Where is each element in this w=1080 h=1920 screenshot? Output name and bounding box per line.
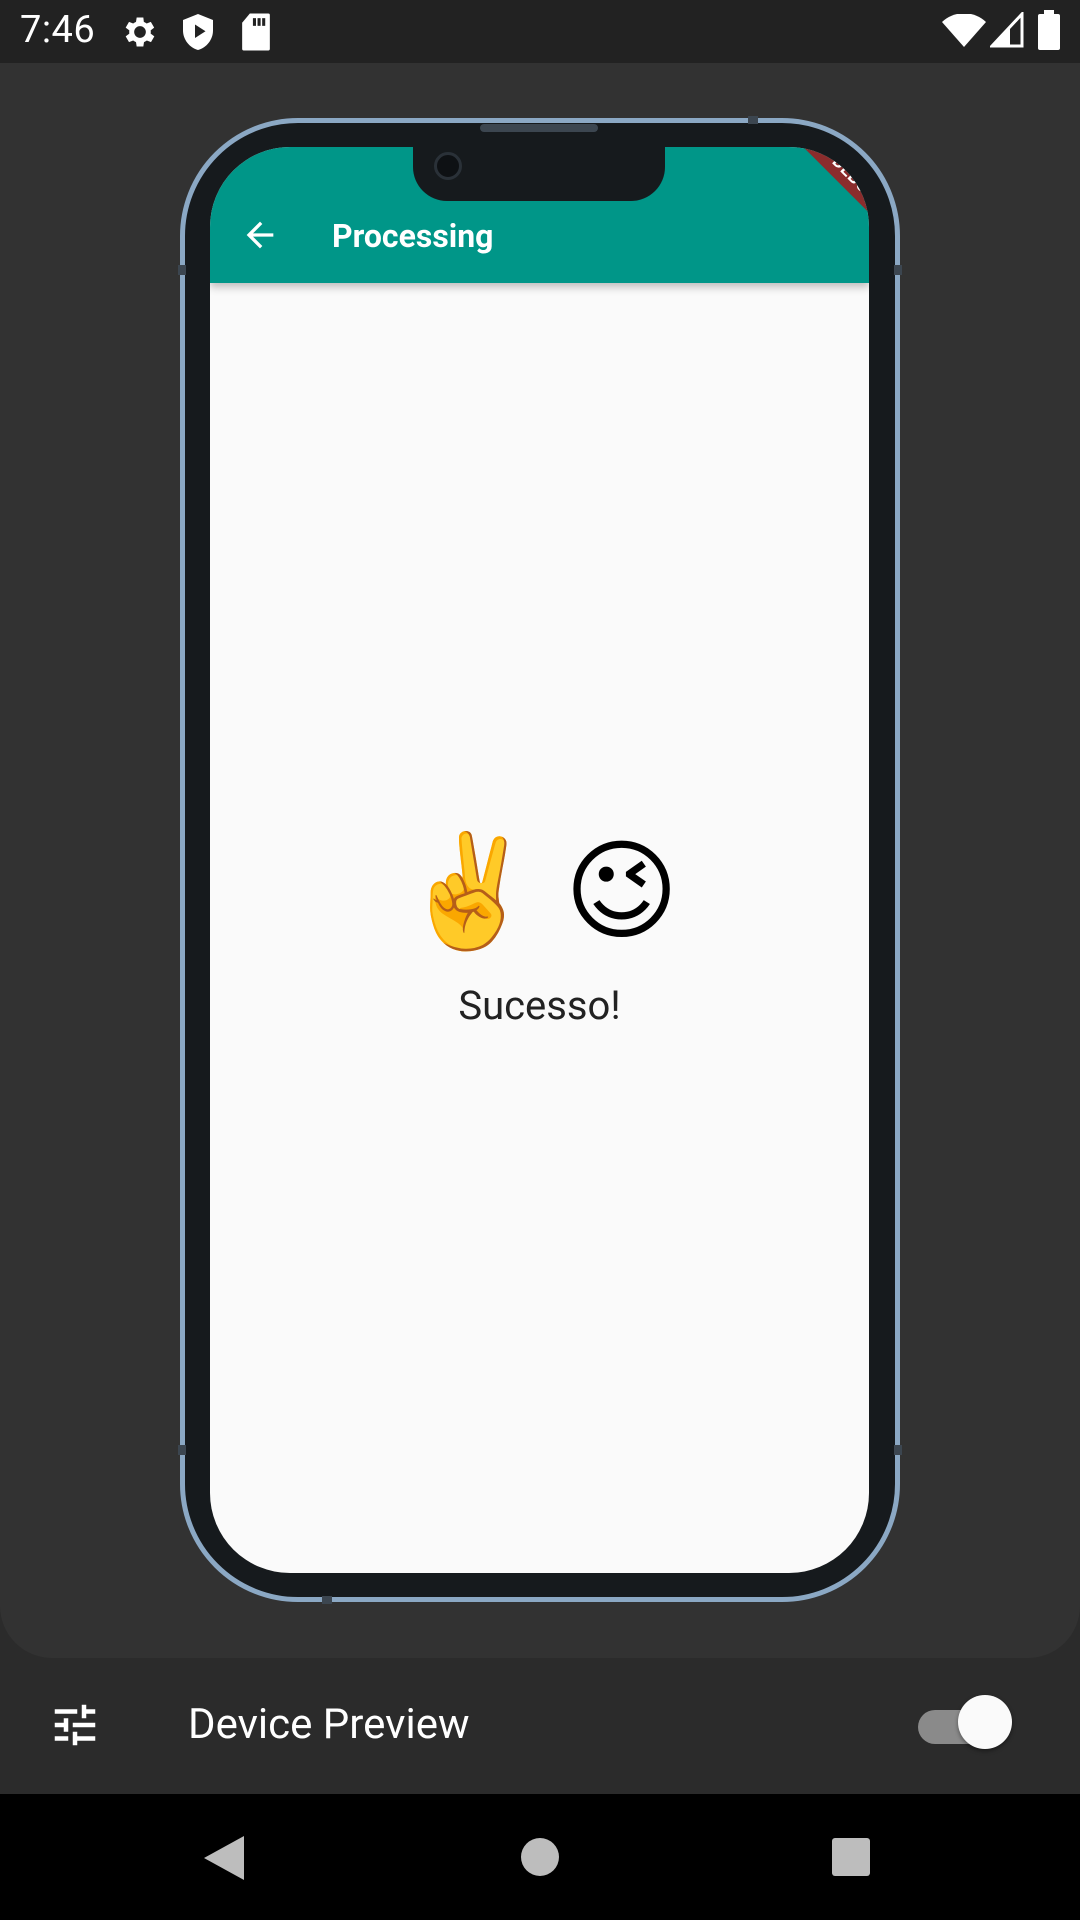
wifi-icon (942, 14, 986, 47)
back-triangle-icon[interactable] (202, 1834, 246, 1882)
victory-hand-emoji: ✌️ (400, 827, 537, 956)
navigation-bar (0, 1794, 1080, 1920)
shield-play-icon (183, 14, 213, 50)
device-side-button (894, 265, 902, 275)
status-time: 7:46 (20, 8, 96, 52)
winking-face-emoji: 😉 (564, 827, 679, 956)
app-screen: Processing ✌️ 😉 Sucesso! (210, 147, 869, 1573)
gear-icon (125, 17, 155, 47)
toggle-thumb[interactable] (958, 1695, 1012, 1749)
signal-icon (990, 12, 1024, 48)
device-speaker (480, 124, 598, 132)
emoji-row: ✌️ 😉 (210, 827, 869, 957)
debug-ribbon-clip: DEBUG (210, 147, 869, 347)
device-preview-bar: Device Preview (0, 1658, 1080, 1794)
debug-banner: DEBUG (792, 147, 869, 242)
battery-icon (1038, 10, 1060, 50)
device-side-button (178, 1445, 186, 1455)
device-side-button (894, 1445, 902, 1455)
success-message: Sucesso! (458, 982, 621, 1029)
device-side-button (178, 265, 186, 275)
device-preview-label: Device Preview (188, 1700, 470, 1749)
device-bottom-button (322, 1596, 332, 1604)
status-bar: 7:46 (0, 0, 1080, 63)
sd-card-icon (242, 13, 270, 51)
tune-sliders-icon[interactable] (48, 1698, 102, 1752)
device-top-button (748, 116, 758, 124)
home-circle-icon[interactable] (519, 1836, 561, 1878)
recents-square-icon[interactable] (830, 1836, 872, 1878)
